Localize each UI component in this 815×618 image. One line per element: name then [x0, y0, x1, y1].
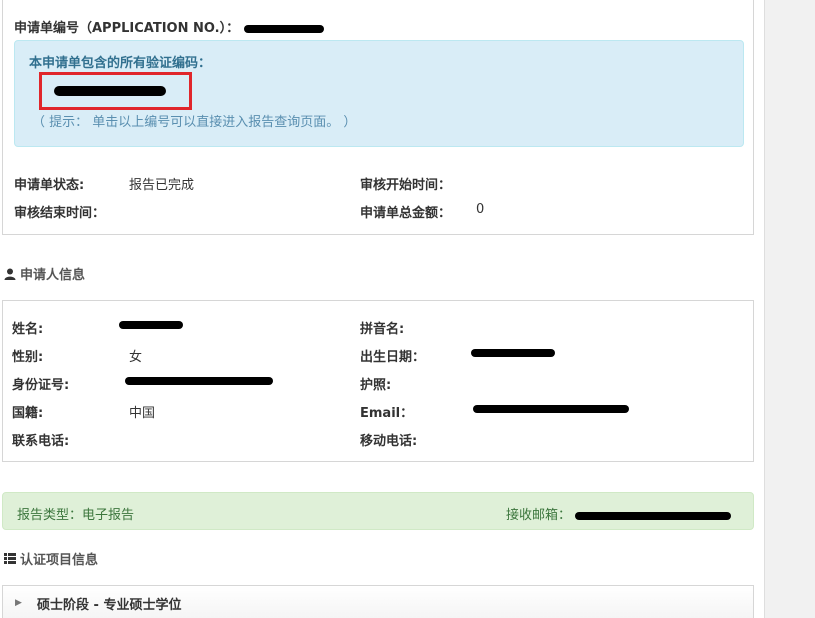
report-info-box: 报告类型：电子报告 接收邮箱：: [2, 492, 754, 530]
applicant-section-title: 申请人信息: [4, 264, 85, 283]
review-start-label: 审核开始时间：: [360, 178, 452, 193]
gender-label: 性别:: [12, 350, 44, 365]
applicant-panel: 姓名: 拼音名: 性别: 女 出生日期： 身份证号: 护照: 国籍: 中国 Em…: [2, 300, 754, 462]
mobile-label: 移动电话:: [360, 434, 418, 449]
email-label: Email：: [360, 406, 414, 421]
certification-section-title: 认证项目信息: [4, 549, 98, 568]
status-value: 报告已完成: [129, 178, 195, 193]
nationality-label: 国籍:: [12, 406, 44, 421]
review-end-label: 审核结束时间：: [14, 206, 106, 221]
total-amount-label: 申请单总金额：: [360, 206, 452, 221]
total-amount-value: 0: [476, 202, 485, 217]
degree-accordion[interactable]: ▶ 硕士阶段 - 专业硕士学位: [2, 585, 754, 618]
report-email-label: 接收邮箱：: [506, 508, 572, 523]
report-type: 报告类型：电子报告: [17, 508, 135, 523]
application-panel: 申请单编号（APPLICATION NO.）： 本申请单包含的所有验证编码： （…: [2, 0, 754, 235]
id-number-label: 身份证号:: [12, 378, 70, 393]
verification-code-highlight: [39, 72, 192, 110]
status-label: 申请单状态:: [14, 178, 85, 193]
name-label: 姓名:: [12, 322, 44, 337]
verification-codes-box: 本申请单包含的所有验证编码： （ 提示： 单击以上编号可以直接进入报告查询页面。…: [14, 40, 744, 147]
certification-section-label: 认证项目信息: [20, 553, 99, 568]
degree-accordion-label: 硕士阶段 - 专业硕士学位: [37, 598, 182, 613]
nationality-value: 中国: [129, 406, 156, 421]
list-icon: [4, 553, 16, 564]
vertical-scrollbar[interactable]: [764, 0, 815, 618]
application-number: 申请单编号（APPLICATION NO.）：: [14, 17, 324, 36]
dob-label: 出生日期：: [360, 350, 426, 365]
email-redacted: [473, 405, 629, 413]
report-email: 接收邮箱：: [506, 504, 732, 523]
verification-code-link[interactable]: [54, 86, 166, 96]
name-redacted: [119, 321, 183, 329]
id-number-redacted: [125, 377, 273, 385]
passport-label: 护照:: [360, 378, 392, 393]
report-email-redacted: [575, 511, 732, 520]
applicant-section-label: 申请人信息: [20, 268, 86, 283]
phone-label: 联系电话:: [12, 434, 70, 449]
pinyin-label: 拼音名:: [360, 322, 405, 337]
verification-codes-title: 本申请单包含的所有验证编码：: [29, 56, 212, 71]
application-number-label: 申请单编号（APPLICATION NO.）：: [14, 21, 240, 36]
application-number-redacted: [243, 24, 324, 33]
verification-hint: （ 提示： 单击以上编号可以直接进入报告查询页面。 ）: [32, 115, 357, 130]
gender-value: 女: [129, 350, 143, 365]
caret-right-icon: ▶: [15, 598, 22, 608]
dob-redacted: [471, 349, 555, 357]
user-icon: [4, 268, 16, 280]
